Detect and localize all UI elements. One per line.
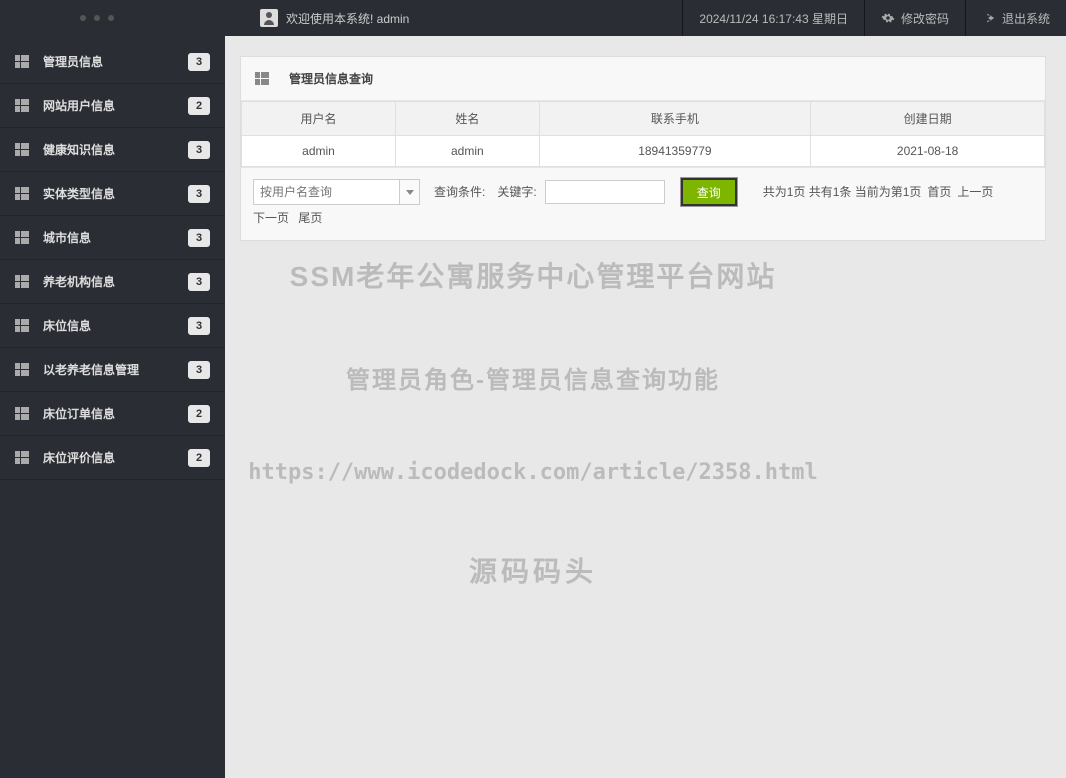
sidebar-item-label: 城市信息 <box>43 229 188 246</box>
sidebar-item-label: 床位评价信息 <box>43 449 188 466</box>
sidebar-item-8[interactable]: 床位订单信息2 <box>0 392 225 436</box>
grid-icon <box>15 187 29 201</box>
table-header: 姓名 <box>396 102 540 136</box>
sidebar-item-label: 床位信息 <box>43 317 188 334</box>
grid-icon <box>15 363 29 377</box>
user-icon <box>260 9 278 27</box>
topbar-left: 欢迎使用本系统! admin <box>240 9 682 27</box>
sidebar-item-7[interactable]: 以老养老信息管理3 <box>0 348 225 392</box>
sidebar-item-badge: 2 <box>188 97 210 115</box>
admin-query-panel: 管理员信息查询 用户名姓名联系手机创建日期 adminadmin18941359… <box>240 56 1046 241</box>
welcome-text: 欢迎使用本系统! admin <box>286 10 409 27</box>
logout-label: 退出系统 <box>1002 10 1050 27</box>
change-password-label: 修改密码 <box>901 10 949 27</box>
table-header: 用户名 <box>242 102 396 136</box>
grid-icon <box>15 99 29 113</box>
search-button[interactable]: 查询 <box>681 178 737 206</box>
grid-icon <box>15 319 29 333</box>
sidebar-item-label: 床位订单信息 <box>43 405 188 422</box>
pager-prev[interactable]: 上一页 <box>957 180 993 204</box>
sidebar-item-label: 网站用户信息 <box>43 97 188 114</box>
table-header: 联系手机 <box>539 102 811 136</box>
query-bar: 查询条件: 关键字: 查询 共为1页 共有1条 当前为第1页 首页 上一页 下一… <box>241 167 1045 240</box>
panel-header: 管理员信息查询 <box>241 57 1045 101</box>
sidebar-item-badge: 3 <box>188 273 210 291</box>
pager-summary: 共为1页 共有1条 当前为第1页 <box>763 180 922 204</box>
main-content: 管理员信息查询 用户名姓名联系手机创建日期 adminadmin18941359… <box>240 36 1066 241</box>
condition-label: 查询条件: <box>434 180 485 204</box>
sidebar-item-badge: 2 <box>188 405 210 423</box>
sidebar-item-badge: 2 <box>188 449 210 467</box>
admin-table: 用户名姓名联系手机创建日期 adminadmin189413597792021-… <box>241 101 1045 167</box>
table-cell: 18941359779 <box>539 136 811 167</box>
window-controls <box>0 0 225 36</box>
datetime-text: 2024/11/24 16:17:43 星期日 <box>699 10 848 27</box>
pager-next[interactable]: 下一页 <box>253 211 289 225</box>
sidebar-item-9[interactable]: 床位评价信息2 <box>0 436 225 480</box>
table-cell: admin <box>396 136 540 167</box>
gear-icon <box>881 11 895 25</box>
sidebar-item-label: 健康知识信息 <box>43 141 188 158</box>
sidebar-item-4[interactable]: 城市信息3 <box>0 216 225 260</box>
grid-icon <box>15 55 29 69</box>
sidebar-item-6[interactable]: 床位信息3 <box>0 304 225 348</box>
keyword-label: 关键字: <box>497 180 536 204</box>
panel-title: 管理员信息查询 <box>289 70 373 87</box>
sidebar-item-badge: 3 <box>188 141 210 159</box>
table-row[interactable]: adminadmin189413597792021-08-18 <box>242 136 1045 167</box>
window-dot <box>108 15 114 21</box>
datetime-display: 2024/11/24 16:17:43 星期日 <box>682 0 864 36</box>
keyword-input[interactable] <box>545 180 665 204</box>
window-dot <box>94 15 100 21</box>
sidebar-item-badge: 3 <box>188 185 210 203</box>
grid-icon <box>15 451 29 465</box>
table-cell: 2021-08-18 <box>811 136 1045 167</box>
grid-icon <box>15 231 29 245</box>
search-type-combo[interactable] <box>253 179 420 205</box>
sidebar-menu: 管理员信息3网站用户信息2健康知识信息3实体类型信息3城市信息3养老机构信息3床… <box>0 36 225 480</box>
sidebar-item-3[interactable]: 实体类型信息3 <box>0 172 225 216</box>
grid-icon <box>15 407 29 421</box>
sidebar: 管理员信息3网站用户信息2健康知识信息3实体类型信息3城市信息3养老机构信息3床… <box>0 0 225 778</box>
logout-icon <box>982 11 996 25</box>
search-type-input[interactable] <box>254 180 399 204</box>
sidebar-item-label: 养老机构信息 <box>43 273 188 290</box>
sidebar-item-label: 实体类型信息 <box>43 185 188 202</box>
sidebar-item-0[interactable]: 管理员信息3 <box>0 40 225 84</box>
grid-icon <box>15 275 29 289</box>
table-header: 创建日期 <box>811 102 1045 136</box>
topbar-right: 2024/11/24 16:17:43 星期日 修改密码 退出系统 <box>682 0 1066 36</box>
window-dot <box>80 15 86 21</box>
sidebar-item-5[interactable]: 养老机构信息3 <box>0 260 225 304</box>
grid-icon <box>255 72 269 86</box>
sidebar-item-badge: 3 <box>188 361 210 379</box>
grid-icon <box>15 143 29 157</box>
logout-button[interactable]: 退出系统 <box>965 0 1066 36</box>
pager-first[interactable]: 首页 <box>927 180 951 204</box>
sidebar-item-badge: 3 <box>188 317 210 335</box>
sidebar-item-label: 以老养老信息管理 <box>43 361 188 378</box>
pager-last[interactable]: 尾页 <box>298 211 322 225</box>
sidebar-item-1[interactable]: 网站用户信息2 <box>0 84 225 128</box>
change-password-button[interactable]: 修改密码 <box>864 0 965 36</box>
sidebar-item-badge: 3 <box>188 53 210 71</box>
sidebar-item-label: 管理员信息 <box>43 53 188 70</box>
chevron-down-icon <box>406 190 414 195</box>
sidebar-item-badge: 3 <box>188 229 210 247</box>
combo-dropdown-button[interactable] <box>399 180 419 204</box>
table-cell: admin <box>242 136 396 167</box>
sidebar-item-2[interactable]: 健康知识信息3 <box>0 128 225 172</box>
